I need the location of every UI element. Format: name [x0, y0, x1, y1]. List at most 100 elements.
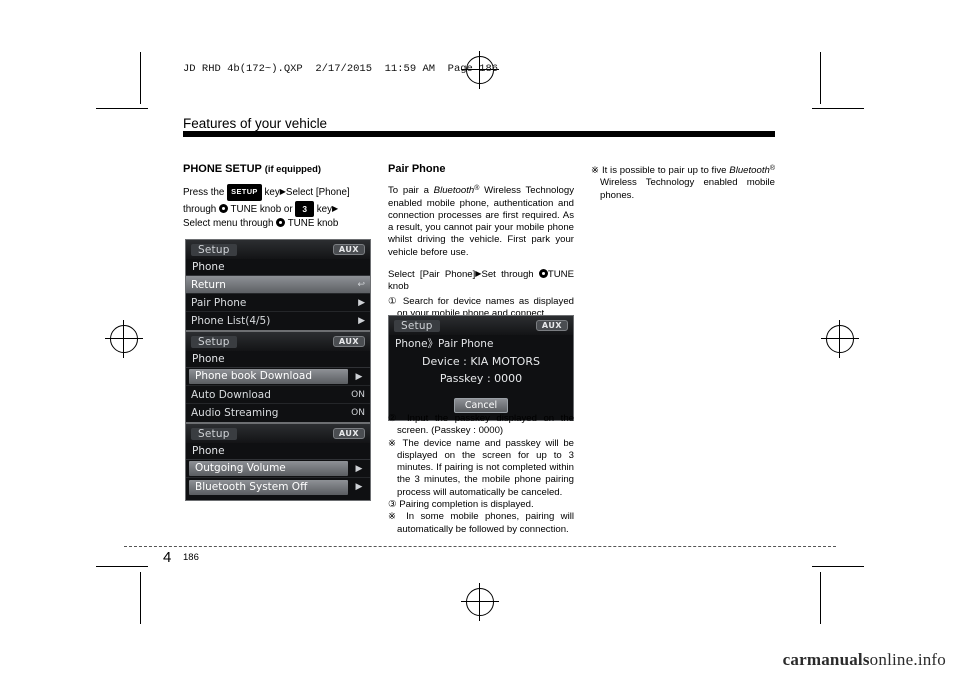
- row-label: Phone List(4/5): [191, 315, 271, 327]
- step-3: ③ Pairing completion is displayed.: [388, 499, 574, 511]
- instr-text-5: TUNE knob or: [230, 203, 293, 215]
- instr-text-4: through: [183, 203, 217, 215]
- setup-key-badge: SETUP: [227, 184, 262, 201]
- note-max-pairs: ※ It is possible to pair up to five Blue…: [591, 163, 775, 202]
- crop-mark-top-right-v: [820, 52, 821, 104]
- note-2-text: ※ In some mobile phones, pairing will au…: [388, 511, 574, 535]
- registration-mark-left: [105, 320, 143, 358]
- row-label: Auto Download: [191, 388, 271, 401]
- heading-suffix: (if equipped): [264, 163, 321, 174]
- section-heading-phone-setup: PHONE SETUP (if equipped): [183, 163, 371, 175]
- screen-setup-phone-3: Setup AUX Phone Outgoing Volume ▶ Blueto…: [185, 423, 371, 501]
- pair-phone-paragraph: To pair a Bluetooth® Wireless Technology…: [388, 183, 574, 259]
- column-left: PHONE SETUP (if equipped) Press the SETU…: [183, 163, 371, 232]
- number-three-key-badge: 3: [295, 200, 314, 218]
- instr-text-8: TUNE knob: [287, 218, 339, 230]
- pair-breadcrumb: Phone》Pair Phone: [395, 338, 494, 350]
- screen1-row-return[interactable]: Return ↩: [186, 276, 370, 294]
- instr-text-1: Press the: [183, 187, 225, 199]
- watermark: carmanualsonline.info: [783, 650, 946, 670]
- screen1-title: Setup: [191, 243, 237, 256]
- crop-mark-top-left-v: [140, 52, 141, 104]
- screen-setup-phone-2: Setup AUX Phone Phone book Download ▶ Au…: [185, 331, 371, 423]
- crop-mark-bottom-left-h: [96, 566, 148, 567]
- row-label: Outgoing Volume: [189, 461, 348, 476]
- tune-knob-icon-3: [538, 269, 548, 279]
- chevron-right-icon: ▶: [358, 297, 365, 308]
- step-2-text: ② Input the passkey displayed on the scr…: [388, 413, 574, 437]
- screen2-subtitle: Phone: [186, 351, 370, 368]
- screen2-row-audio-streaming[interactable]: Audio Streaming ON: [186, 404, 370, 422]
- aux-badge-icon: AUX: [332, 336, 365, 347]
- pair-device-line: Device : KIA MOTORS: [422, 355, 540, 368]
- aux-badge-icon: AUX: [332, 244, 365, 255]
- screen1-subtitle: Phone: [186, 259, 370, 276]
- select-text-1: Select [Pair Phone]: [388, 269, 476, 281]
- row-value: ON: [351, 389, 365, 400]
- note-right-text-2: Wireless Technology enabled mobile phone…: [600, 177, 775, 201]
- screen1-row-pair-phone[interactable]: Pair Phone ▶: [186, 294, 370, 312]
- row-value: ON: [351, 408, 365, 418]
- footer-divider: [124, 546, 836, 547]
- step-3-text: ③ Pairing completion is displayed.: [388, 499, 534, 511]
- row-label: Return: [191, 278, 226, 291]
- column-middle-continued: ② Input the passkey displayed on the scr…: [388, 413, 574, 536]
- screen2-titlebar: Setup AUX: [186, 332, 370, 351]
- title-rule-thin: [338, 133, 775, 135]
- running-head: Features of your vehicle: [183, 116, 328, 131]
- row-label: Pair Phone: [191, 296, 247, 309]
- screen3-titlebar: Setup AUX: [186, 424, 370, 443]
- arrow-icon-2: ▶: [331, 203, 339, 213]
- manual-page: JD RHD 4b(172~).QXP 2/17/2015 11:59 AM P…: [0, 0, 960, 678]
- select-text-2: Set through: [481, 269, 534, 281]
- screen-pair-phone: Setup AUX Phone》Pair Phone Device : KIA …: [388, 315, 574, 421]
- select-pair-phone-line: Select [Pair Phone]▶Set through TUNE kno…: [388, 268, 574, 294]
- pair-text-1: To pair a: [388, 185, 429, 197]
- heading-text: PHONE SETUP: [183, 163, 262, 175]
- registration-mark-right: [821, 320, 859, 358]
- pair-passkey-line: Passkey : 0000: [439, 372, 523, 385]
- screen3-row-outgoing-volume[interactable]: Outgoing Volume ▶: [186, 460, 370, 478]
- pair-title: Setup: [394, 319, 440, 332]
- aux-badge-icon: AUX: [332, 428, 365, 439]
- instr-text-2: key: [264, 187, 280, 199]
- instr-text-7: Select menu through: [183, 218, 274, 230]
- screen-setup-phone-1: Setup AUX Phone Return ↩ Pair Phone ▶ Ph…: [185, 239, 371, 331]
- cancel-button[interactable]: Cancel: [453, 398, 509, 413]
- screen3-title: Setup: [191, 427, 237, 440]
- print-header: JD RHD 4b(172~).QXP 2/17/2015 11:59 AM P…: [183, 63, 499, 75]
- tune-knob-icon: [218, 203, 228, 213]
- registered-mark: ®: [474, 185, 480, 193]
- chevron-right-icon: ▶: [355, 371, 363, 382]
- tune-knob-icon-2: [276, 218, 286, 228]
- row-label: Audio Streaming: [191, 407, 279, 419]
- screen2-row-phonebook-download[interactable]: Phone book Download ▶: [186, 368, 370, 386]
- aux-badge-icon: AUX: [535, 320, 568, 331]
- screen2-row-auto-download[interactable]: Auto Download ON: [186, 386, 370, 404]
- note-1: ※ The device name and passkey will be di…: [388, 438, 574, 499]
- note-2: ※ In some mobile phones, pairing will au…: [388, 511, 574, 536]
- registration-mark-bottom: [461, 583, 499, 621]
- instr-text-3: Select [Phone]: [285, 187, 350, 199]
- screen2-title: Setup: [191, 335, 237, 348]
- pair-titlebar: Setup AUX: [389, 316, 573, 335]
- step-2: ② Input the passkey displayed on the scr…: [388, 413, 574, 438]
- screen1-titlebar: Setup AUX: [186, 240, 370, 259]
- chevron-right-icon: ▶: [355, 482, 363, 492]
- bluetooth-wordmark-2: Bluetooth: [729, 165, 770, 176]
- watermark-left: carmanuals: [782, 650, 870, 669]
- footer-page-number: 186: [183, 552, 199, 563]
- crop-mark-top-right-h: [812, 108, 864, 109]
- chevron-right-icon: ▶: [355, 463, 363, 474]
- return-icon: ↩: [357, 279, 365, 290]
- row-label: Bluetooth System Off: [189, 479, 348, 495]
- crop-mark-bottom-left-v: [140, 572, 141, 624]
- screen1-row-phone-list[interactable]: Phone List(4/5) ▶: [186, 312, 370, 330]
- bluetooth-wordmark: Bluetooth: [433, 185, 475, 197]
- registered-mark-2: ®: [769, 165, 776, 172]
- crop-mark-bottom-right-h: [812, 566, 864, 567]
- instruction-paragraph: Press the SETUP key ▶ Select [Phone] throu…: [183, 184, 371, 232]
- row-label: Phone book Download: [189, 369, 348, 384]
- crop-mark-bottom-right-v: [820, 572, 821, 624]
- screen3-row-bluetooth-system-off[interactable]: Bluetooth System Off ▶: [186, 478, 370, 496]
